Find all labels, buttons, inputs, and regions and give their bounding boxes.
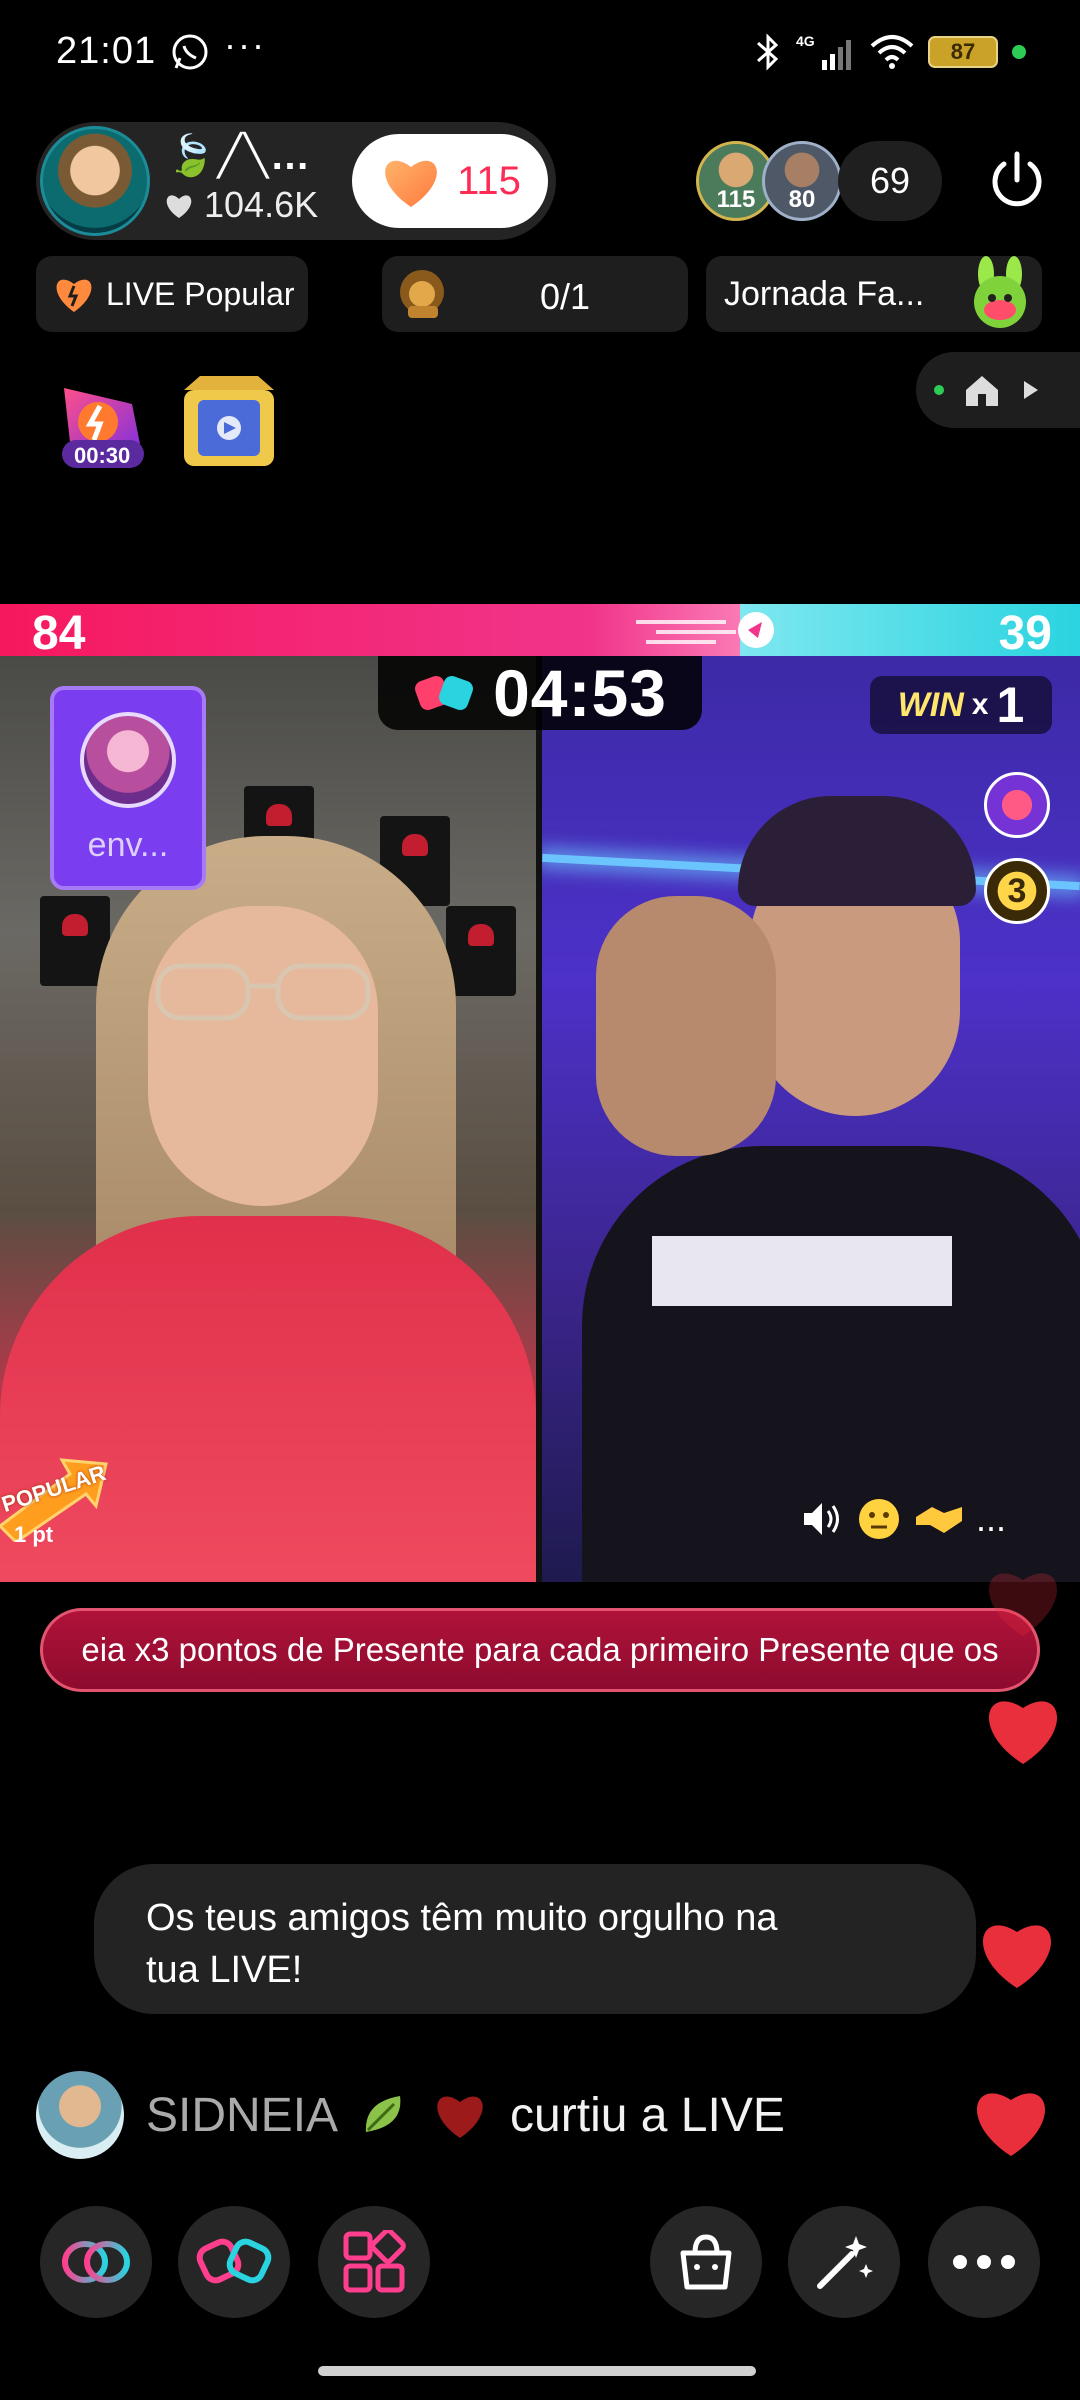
privacy-indicator-dot — [1012, 45, 1026, 59]
battle-gloves-icon — [415, 676, 474, 710]
rank-value: 0/1 — [540, 276, 591, 317]
score-spark-icon — [636, 612, 774, 648]
win-streak-badge[interactable]: WIN x 1 — [870, 676, 1052, 734]
link-battle-icon — [62, 2241, 130, 2283]
wall-poster — [446, 906, 516, 996]
chat-message-row[interactable]: SIDNEIA curtiu a LIVE — [36, 2070, 785, 2160]
rank-chip[interactable]: 0/1 — [382, 256, 688, 332]
live-popular-label: LIVE Popular — [106, 275, 295, 312]
chat-user-avatar[interactable] — [36, 2071, 124, 2159]
status-bar: 21:01 ··· 4G 87 — [0, 0, 1080, 104]
top-viewers[interactable]: 115 80 69 — [696, 138, 942, 224]
apps-button[interactable] — [318, 2206, 430, 2318]
battle-timer-text: 04:53 — [493, 656, 667, 730]
live-popular-chip[interactable]: LIVE Popular — [36, 256, 308, 332]
bunny-mascot-icon — [974, 256, 1026, 328]
follow-button[interactable]: 115 — [352, 134, 548, 228]
live-dot — [934, 385, 944, 395]
system-message-line: Os teus amigos têm muito orgulho na — [146, 1897, 778, 1939]
announcement-text: eia x3 pontos de Presente para cada prim… — [81, 1631, 999, 1668]
status-icons: 4G 87 — [754, 32, 1026, 72]
heart-icon — [166, 195, 192, 218]
mini-nav-pill[interactable] — [916, 352, 1080, 428]
chat-message-text: curtiu a LIVE — [510, 2088, 785, 2142]
home-icon[interactable] — [962, 372, 1002, 408]
signal-icon: 4G — [796, 33, 851, 70]
top-sender-name: env... — [87, 826, 169, 864]
floating-heart-icon — [976, 2093, 1046, 2156]
score-bar-left-fill — [0, 604, 740, 656]
opponent-shirt-stripe — [652, 1236, 952, 1306]
network-type: 4G — [796, 33, 815, 49]
heart-icon — [385, 160, 437, 207]
battle-area[interactable]: env... POPULAR 1 pt 04:53 WIN x 1 3 ... — [0, 656, 1080, 1582]
battle-controls[interactable]: ... — [800, 1496, 1006, 1542]
chat-username[interactable]: SIDNEIA — [146, 2088, 338, 2143]
effects-button[interactable] — [788, 2206, 900, 2318]
host-figure-face — [148, 906, 378, 1206]
level-badge-icon[interactable]: 3 — [984, 858, 1050, 924]
floating-heart-icon — [988, 1573, 1058, 1636]
host-avatar[interactable] — [40, 126, 150, 236]
popular-heart-icon — [56, 279, 92, 312]
announcement-banner[interactable]: eia x3 pontos de Presente para cada prim… — [40, 1608, 1040, 1692]
bluetooth-icon — [757, 33, 779, 71]
top-sender-card[interactable]: env... — [50, 686, 206, 890]
score-left: 84 — [32, 607, 86, 660]
speaker-icon[interactable] — [800, 1499, 844, 1539]
booster-icon[interactable] — [984, 772, 1050, 838]
shop-button[interactable] — [650, 2206, 762, 2318]
battle-controls-more[interactable]: ... — [976, 1498, 1006, 1540]
more-icon — [953, 2255, 1015, 2269]
floating-heart-icon — [988, 1701, 1058, 1764]
host-likes-count: 104.6K — [204, 184, 319, 225]
more-button[interactable] — [928, 2206, 1040, 2318]
battle-button[interactable] — [178, 2206, 290, 2318]
treasure-box-icon[interactable] — [174, 370, 284, 474]
whatsapp-icon — [172, 34, 208, 70]
system-message-line: tua LIVE! — [146, 1949, 303, 1991]
magic-wand-icon — [817, 2236, 873, 2289]
opponent-figure-cap — [738, 796, 976, 906]
shopping-bag-icon — [680, 2234, 732, 2290]
home-indicator[interactable] — [318, 2366, 756, 2376]
wifi-icon — [870, 35, 914, 69]
opponent-figure-hands — [596, 896, 776, 1156]
host-name: 🍃╱╲… — [166, 134, 312, 178]
top-sender-avatar — [80, 712, 176, 808]
win-multiplier-sign: x — [971, 688, 989, 721]
follow-count: 115 — [457, 158, 521, 203]
multi-guest-button[interactable] — [40, 2206, 152, 2318]
floating-heart-icon — [982, 1925, 1052, 1988]
system-message-bubble: Os teus amigos têm muito orgulho na tua … — [94, 1864, 976, 2014]
heart-badge-icon — [437, 2096, 483, 2138]
win-label: WIN — [897, 685, 964, 724]
journey-chip[interactable]: Jornada Fa... — [706, 256, 1042, 332]
popular-points: 1 pt — [14, 1522, 54, 1547]
handshake-icon[interactable] — [914, 1499, 964, 1539]
host-video[interactable]: env... POPULAR 1 pt — [0, 656, 536, 1582]
battle-score-bar: 84 39 — [0, 604, 1080, 660]
viewer-avatar[interactable]: 80 — [762, 141, 842, 221]
glasses-shape — [155, 963, 371, 1021]
timed-gift-countdown: 00:30 — [74, 443, 131, 468]
status-time: 21:01 — [56, 30, 157, 72]
host-likes: 104.6K — [164, 184, 318, 226]
host-profile-pill[interactable]: 🍃╱╲… 104.6K 115 — [36, 122, 556, 240]
leaf-badge-icon — [365, 2096, 401, 2132]
win-count: 1 — [996, 677, 1025, 733]
viewer-count[interactable]: 69 — [838, 141, 942, 221]
lion-icon — [400, 270, 444, 318]
apps-grid-icon — [343, 2230, 406, 2293]
status-more-icon: ··· — [224, 24, 266, 65]
battery-icon: 87 — [928, 36, 998, 68]
score-right: 39 — [998, 607, 1052, 660]
journey-label: Jornada Fa... — [724, 274, 925, 313]
battle-timer: 04:53 — [378, 656, 702, 730]
power-icon[interactable] — [984, 148, 1050, 214]
smile-emoji-icon[interactable] — [856, 1496, 902, 1542]
battle-gloves-icon — [196, 2238, 272, 2284]
play-arrow-icon[interactable] — [1020, 377, 1042, 403]
